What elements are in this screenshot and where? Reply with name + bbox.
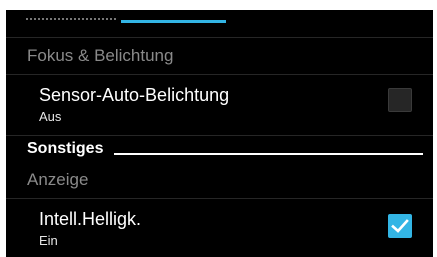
preference-summary: Ein bbox=[39, 233, 58, 248]
category-label: Fokus & Belichtung bbox=[27, 46, 174, 65]
section-header-misc: Sonstiges bbox=[6, 137, 433, 161]
previous-preference-fragment bbox=[6, 10, 433, 38]
sensor-auto-exposure-preference[interactable]: Sensor-Auto-Belichtung Aus bbox=[6, 75, 433, 136]
category-focus-exposure: Fokus & Belichtung bbox=[6, 38, 433, 75]
intelligent-brightness-preference[interactable]: Intell.Helligk. Ein bbox=[6, 199, 433, 257]
section-title: Sonstiges bbox=[27, 140, 104, 157]
settings-screen: Fokus & Belichtung Sensor-Auto-Belichtun… bbox=[6, 10, 433, 257]
section-divider bbox=[114, 153, 423, 155]
intelligent-brightness-checkbox[interactable] bbox=[388, 214, 412, 238]
accent-underline bbox=[121, 20, 226, 23]
preference-title: Intell.Helligk. bbox=[39, 209, 142, 229]
sensor-auto-exposure-checkbox[interactable] bbox=[388, 88, 412, 112]
preference-title: Sensor-Auto-Belichtung bbox=[39, 85, 230, 105]
check-icon bbox=[391, 219, 409, 233]
category-display: Anzeige bbox=[6, 162, 433, 199]
clipped-text-fragment bbox=[26, 12, 116, 20]
category-label: Anzeige bbox=[27, 170, 89, 189]
preference-summary: Aus bbox=[39, 109, 62, 124]
